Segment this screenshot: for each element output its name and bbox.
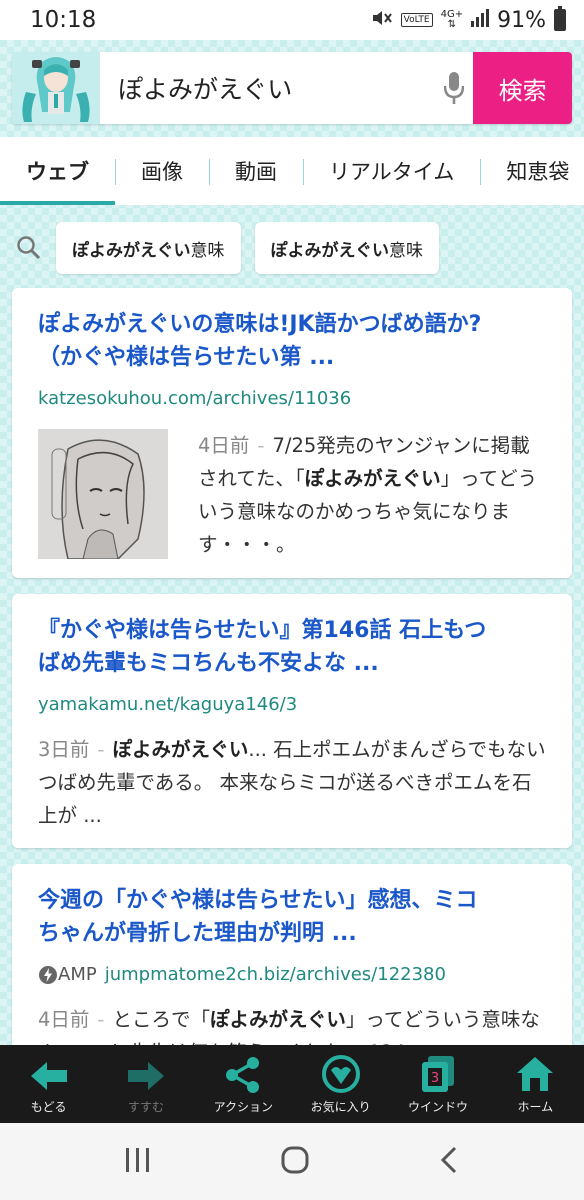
result-snippet: 4日前 -7/25発売のヤンジャンに掲載されてた、「ぽよみがえぐい」ってどういう意… bbox=[198, 434, 538, 556]
result-snippet: 3日前 - ぽよみがえぐい... 石上ポエムがまんざらでもないつばめ先輩である。 本… bbox=[38, 738, 546, 827]
mute-icon bbox=[371, 8, 393, 32]
amp-bolt-icon bbox=[39, 965, 57, 984]
system-nav-bar bbox=[0, 1123, 584, 1200]
status-time: 10:18 bbox=[30, 7, 97, 33]
recent-apps-icon[interactable] bbox=[123, 1146, 153, 1178]
forward-arrow-icon bbox=[127, 1062, 164, 1090]
result-thumbnail[interactable] bbox=[38, 429, 168, 560]
status-bar: 10:18 VoLTE 4G+ ⇅ 91% bbox=[0, 0, 584, 40]
result-title-link[interactable]: ぽよみがえぐいの意味は!JK語かつばめ語か? （かぐや様は告らせたい第 ... bbox=[38, 308, 548, 374]
result-title-link[interactable]: 『かぐや様は告らせたい』第146話 石上もつ ばめ先輩もミコちんも不安よな ..… bbox=[38, 614, 548, 680]
search-bar: 検索 bbox=[12, 52, 572, 124]
volte-icon: VoLTE bbox=[400, 13, 433, 27]
back-arrow-icon bbox=[30, 1062, 67, 1090]
window-count: 3 bbox=[431, 1071, 439, 1086]
battery-percent: 91% bbox=[497, 7, 546, 33]
forward-button[interactable]: すすむ bbox=[97, 1045, 194, 1123]
suggestion-rest: 意味 bbox=[190, 240, 225, 261]
suggestion-chip[interactable]: ぽよみがえぐい 意味 bbox=[56, 222, 241, 274]
window-icon: 3 bbox=[421, 1056, 454, 1092]
tab-web[interactable]: ウェブ bbox=[0, 137, 115, 205]
action-button[interactable]: アクション bbox=[195, 1045, 292, 1123]
amp-badge: AMP bbox=[38, 964, 97, 985]
search-result: 今週の「かぐや様は告らせたい」感想、ミコ ちゃんが骨折した理由が判明 ... A… bbox=[12, 864, 572, 1064]
battery-icon bbox=[554, 6, 566, 31]
back-button[interactable]: もどる bbox=[0, 1045, 97, 1123]
tab-images[interactable]: 画像 bbox=[115, 137, 209, 205]
home-icon bbox=[517, 1057, 554, 1091]
status-icons: VoLTE 4G+ ⇅ 91% bbox=[371, 6, 566, 33]
tab-video[interactable]: 動画 bbox=[209, 137, 303, 205]
search-icon bbox=[16, 235, 42, 261]
related-searches: ぽよみがえぐい 意味 ぽよみがえぐい 意味 bbox=[0, 222, 584, 274]
suggestion-chip[interactable]: ぽよみがえぐい 意味 bbox=[254, 222, 439, 274]
favorites-button[interactable]: お気に入り bbox=[292, 1045, 389, 1123]
search-result: 『かぐや様は告らせたい』第146話 石上もつ ばめ先輩もミコちんも不安よな ..… bbox=[12, 594, 572, 848]
mic-icon[interactable] bbox=[435, 72, 473, 104]
result-title-link[interactable]: 今週の「かぐや様は告らせたい」感想、ミコ ちゃんが骨折した理由が判明 ... bbox=[38, 884, 548, 950]
suggestion-rest: 意味 bbox=[389, 240, 423, 261]
browser-toolbar: もどる すすむ アクション お気に入り 3 ウインドウ ホーム bbox=[0, 1045, 584, 1123]
home-circle-icon[interactable] bbox=[280, 1145, 310, 1179]
result-url[interactable]: yamakamu.net/kaguya146/3 bbox=[38, 694, 548, 715]
result-url-row: AMP jumpmatome2ch.biz/archives/122380 bbox=[38, 964, 548, 985]
character-avatar[interactable] bbox=[12, 52, 100, 124]
tab-chiebukuro[interactable]: 知恵袋 bbox=[480, 137, 584, 205]
windows-button[interactable]: 3 ウインドウ bbox=[389, 1045, 486, 1123]
result-url[interactable]: katzesokuhou.com/archives/11036 bbox=[38, 388, 548, 409]
result-body: 4日前 -7/25発売のヤンジャンに掲載されてた、「ぽよみがえぐい」ってどういう意… bbox=[38, 429, 548, 561]
result-url[interactable]: jumpmatome2ch.biz/archives/122380 bbox=[105, 964, 446, 985]
suggestion-bold: ぽよみがえぐい bbox=[270, 240, 390, 261]
bookmark-icon bbox=[321, 1055, 360, 1093]
tab-realtime[interactable]: リアルタイム bbox=[303, 137, 480, 205]
suggestion-bold: ぽよみがえぐい bbox=[72, 240, 191, 261]
share-icon bbox=[226, 1057, 260, 1093]
search-result: ぽよみがえぐいの意味は!JK語かつばめ語か? （かぐや様は告らせたい第 ... … bbox=[12, 288, 572, 578]
home-button[interactable]: ホーム bbox=[487, 1045, 584, 1123]
search-input[interactable] bbox=[100, 52, 435, 124]
search-button[interactable]: 検索 bbox=[473, 52, 572, 124]
signal-icon bbox=[471, 9, 490, 31]
network-type-icon: 4G+ ⇅ bbox=[440, 9, 464, 30]
back-chevron-icon[interactable] bbox=[437, 1145, 461, 1179]
search-tabs: ウェブ 画像 動画 リアルタイム 知恵袋 bbox=[0, 137, 584, 205]
